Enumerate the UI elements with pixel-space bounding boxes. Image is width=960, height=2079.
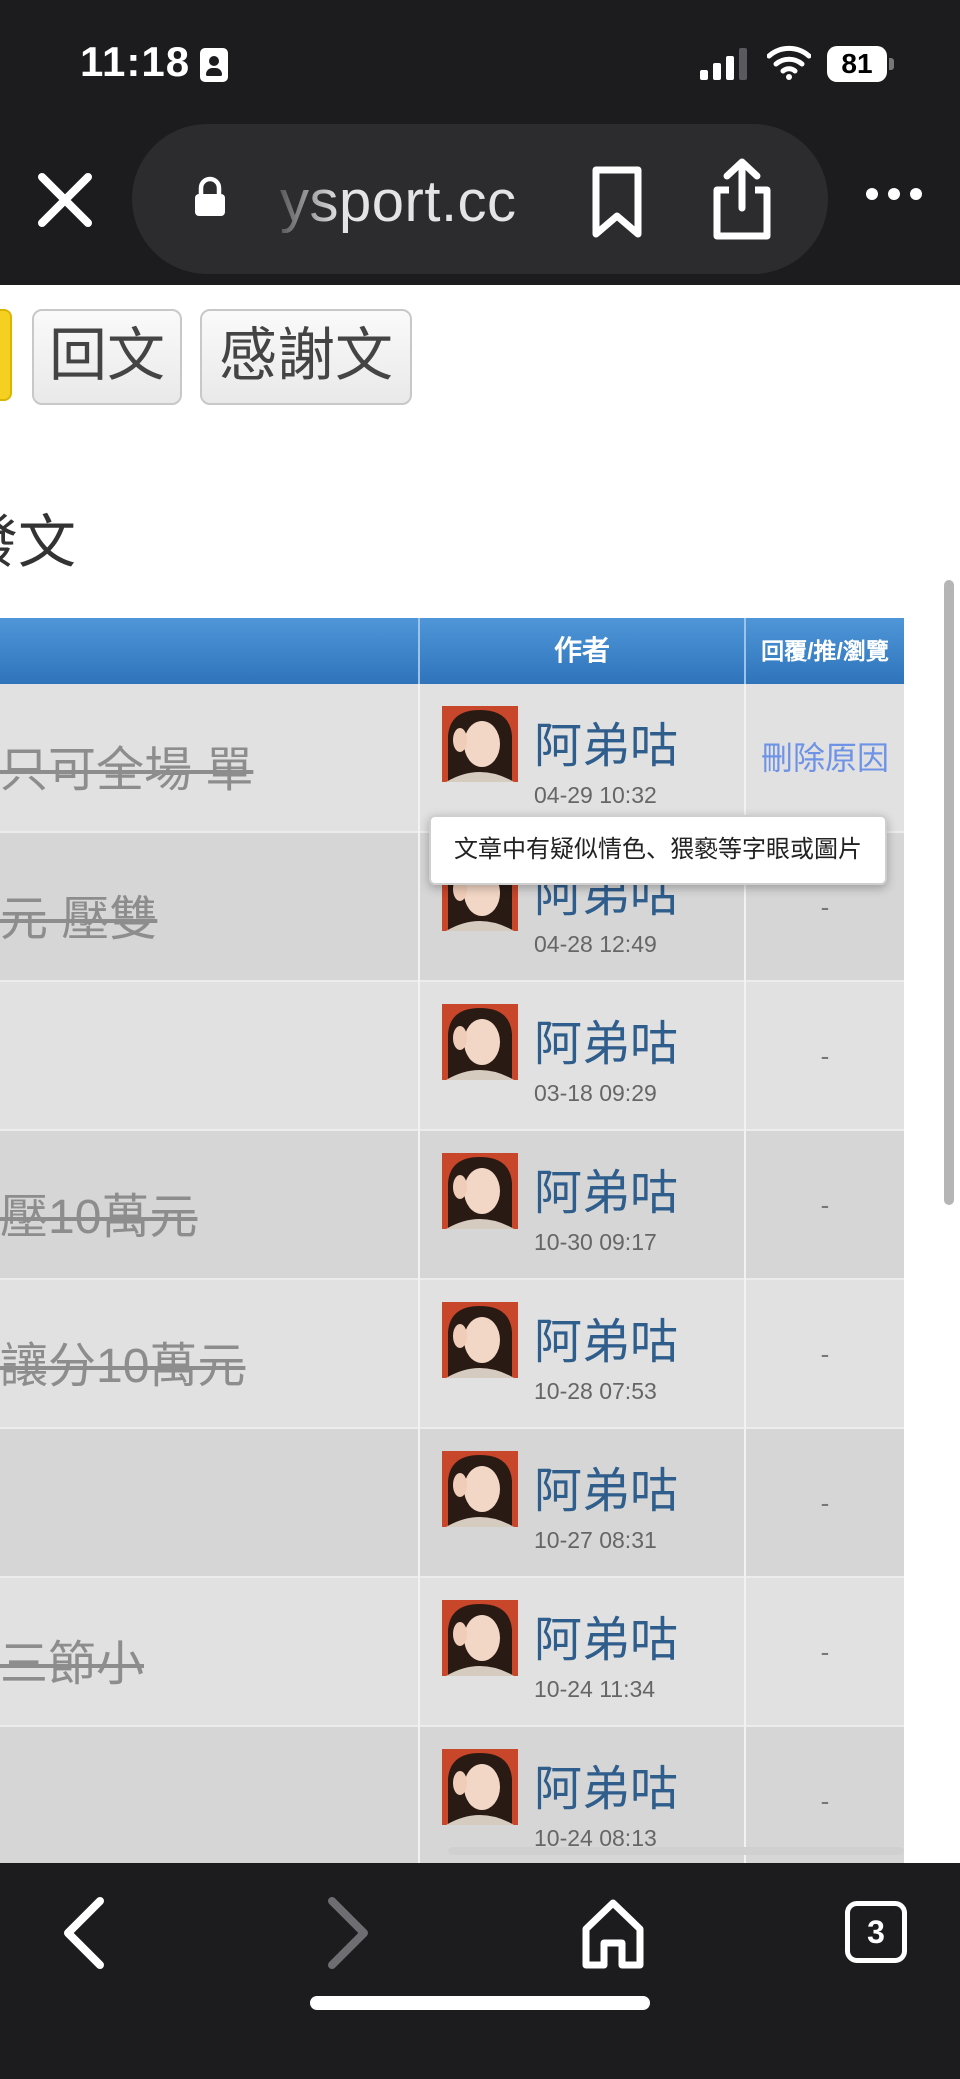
post-title[interactable]: 讓分10萬元	[0, 1326, 245, 1396]
delete-reason-tooltip: 文章中有疑似情色、猥褻等字眼或圖片	[429, 815, 887, 885]
post-title[interactable]: 三節小	[0, 1624, 144, 1694]
web-content: 回文 感謝文 發文 作者 回覆/推/瀏覽 只可全場 單 阿弟咕 04-29 10…	[0, 285, 960, 1863]
home-icon[interactable]	[578, 1893, 648, 1973]
post-stats: -	[820, 1339, 830, 1369]
post-date: 10-27 08:31	[534, 1527, 657, 1553]
post-title[interactable]: 元 壓雙	[0, 879, 157, 949]
author-name[interactable]: 阿弟咕	[534, 1004, 678, 1074]
more-options-icon[interactable]	[862, 182, 926, 206]
table-row: 壓10萬元 阿弟咕 10-30 09:17 -	[0, 1131, 904, 1280]
post-stats: -	[820, 1637, 830, 1667]
browser-toolbar: ysport.cc	[0, 120, 960, 285]
url-text: ysport.cc	[280, 169, 517, 234]
avatar[interactable]	[442, 1004, 518, 1080]
post-date: 10-30 09:17	[534, 1229, 657, 1255]
home-indicator[interactable]	[310, 1996, 650, 2010]
lock-icon	[195, 176, 225, 216]
tabs-count-button[interactable]: 3	[845, 1901, 907, 1963]
avatar[interactable]	[442, 1749, 518, 1825]
post-stats: -	[820, 1190, 830, 1220]
vertical-scrollbar[interactable]	[944, 580, 954, 1205]
back-arrow-icon[interactable]	[52, 1893, 118, 1973]
avatar[interactable]	[442, 706, 518, 782]
post-stats: -	[820, 1041, 830, 1071]
browser-bottom-bar: 3	[0, 1863, 960, 2079]
post-stats: -	[820, 1488, 830, 1518]
battery-level: 81	[827, 46, 887, 82]
address-bar[interactable]: ysport.cc	[132, 124, 828, 274]
thanks-post-button[interactable]: 感謝文	[200, 309, 412, 405]
table-row: 阿弟咕 10-24 08:13 -	[0, 1727, 904, 1863]
author-name[interactable]: 阿弟咕	[534, 1749, 678, 1819]
table-row: 讓分10萬元 阿弟咕 10-28 07:53 -	[0, 1280, 904, 1429]
post-date: 04-29 10:32	[534, 782, 657, 808]
post-title[interactable]: 壓10萬元	[0, 1177, 197, 1247]
reply-button[interactable]: 回文	[32, 309, 182, 405]
share-icon[interactable]	[707, 156, 777, 242]
avatar[interactable]	[442, 1153, 518, 1229]
table-header: 作者 回覆/推/瀏覽	[0, 618, 904, 684]
avatar[interactable]	[442, 1451, 518, 1527]
contact-card-icon	[200, 48, 228, 82]
forward-arrow-icon[interactable]	[314, 1893, 380, 1973]
close-icon[interactable]	[30, 165, 100, 235]
author-name[interactable]: 阿弟咕	[534, 1302, 678, 1372]
bookmark-icon[interactable]	[582, 164, 652, 240]
table-row: 阿弟咕 10-27 08:31 -	[0, 1429, 904, 1578]
post-stats: -	[820, 1786, 830, 1816]
status-bar: 11:18 81	[0, 0, 960, 120]
author-name[interactable]: 阿弟咕	[534, 1451, 678, 1521]
avatar[interactable]	[442, 1302, 518, 1378]
section-heading: 發文	[0, 510, 77, 575]
post-title[interactable]: 只可全場 單	[0, 730, 253, 800]
author-name[interactable]: 阿弟咕	[534, 1600, 678, 1670]
battery-icon: 81	[827, 46, 895, 82]
post-button-partial[interactable]	[0, 309, 12, 401]
horizontal-scrollbar[interactable]	[448, 1847, 904, 1855]
avatar[interactable]	[442, 1600, 518, 1676]
post-date: 10-28 07:53	[534, 1378, 657, 1404]
delete-reason-link[interactable]: 刪除原因	[761, 740, 889, 776]
cellular-signal-icon	[700, 48, 747, 80]
post-date: 10-24 11:34	[534, 1676, 656, 1702]
status-time: 11:18	[80, 38, 191, 85]
wifi-icon	[767, 45, 811, 80]
header-stats: 回覆/推/瀏覽	[761, 638, 889, 664]
table-row: 阿弟咕 03-18 09:29 -	[0, 982, 904, 1131]
header-title-column	[0, 618, 420, 684]
table-row: 三節小 阿弟咕 10-24 11:34 -	[0, 1578, 904, 1727]
table-row: 只可全場 單 阿弟咕 04-29 10:32 刪除原因	[0, 684, 904, 833]
author-name[interactable]: 阿弟咕	[534, 706, 678, 776]
author-name[interactable]: 阿弟咕	[534, 1153, 678, 1223]
post-date: 04-28 12:49	[534, 931, 657, 957]
header-author: 作者	[420, 618, 746, 684]
post-date: 03-18 09:29	[534, 1080, 657, 1106]
